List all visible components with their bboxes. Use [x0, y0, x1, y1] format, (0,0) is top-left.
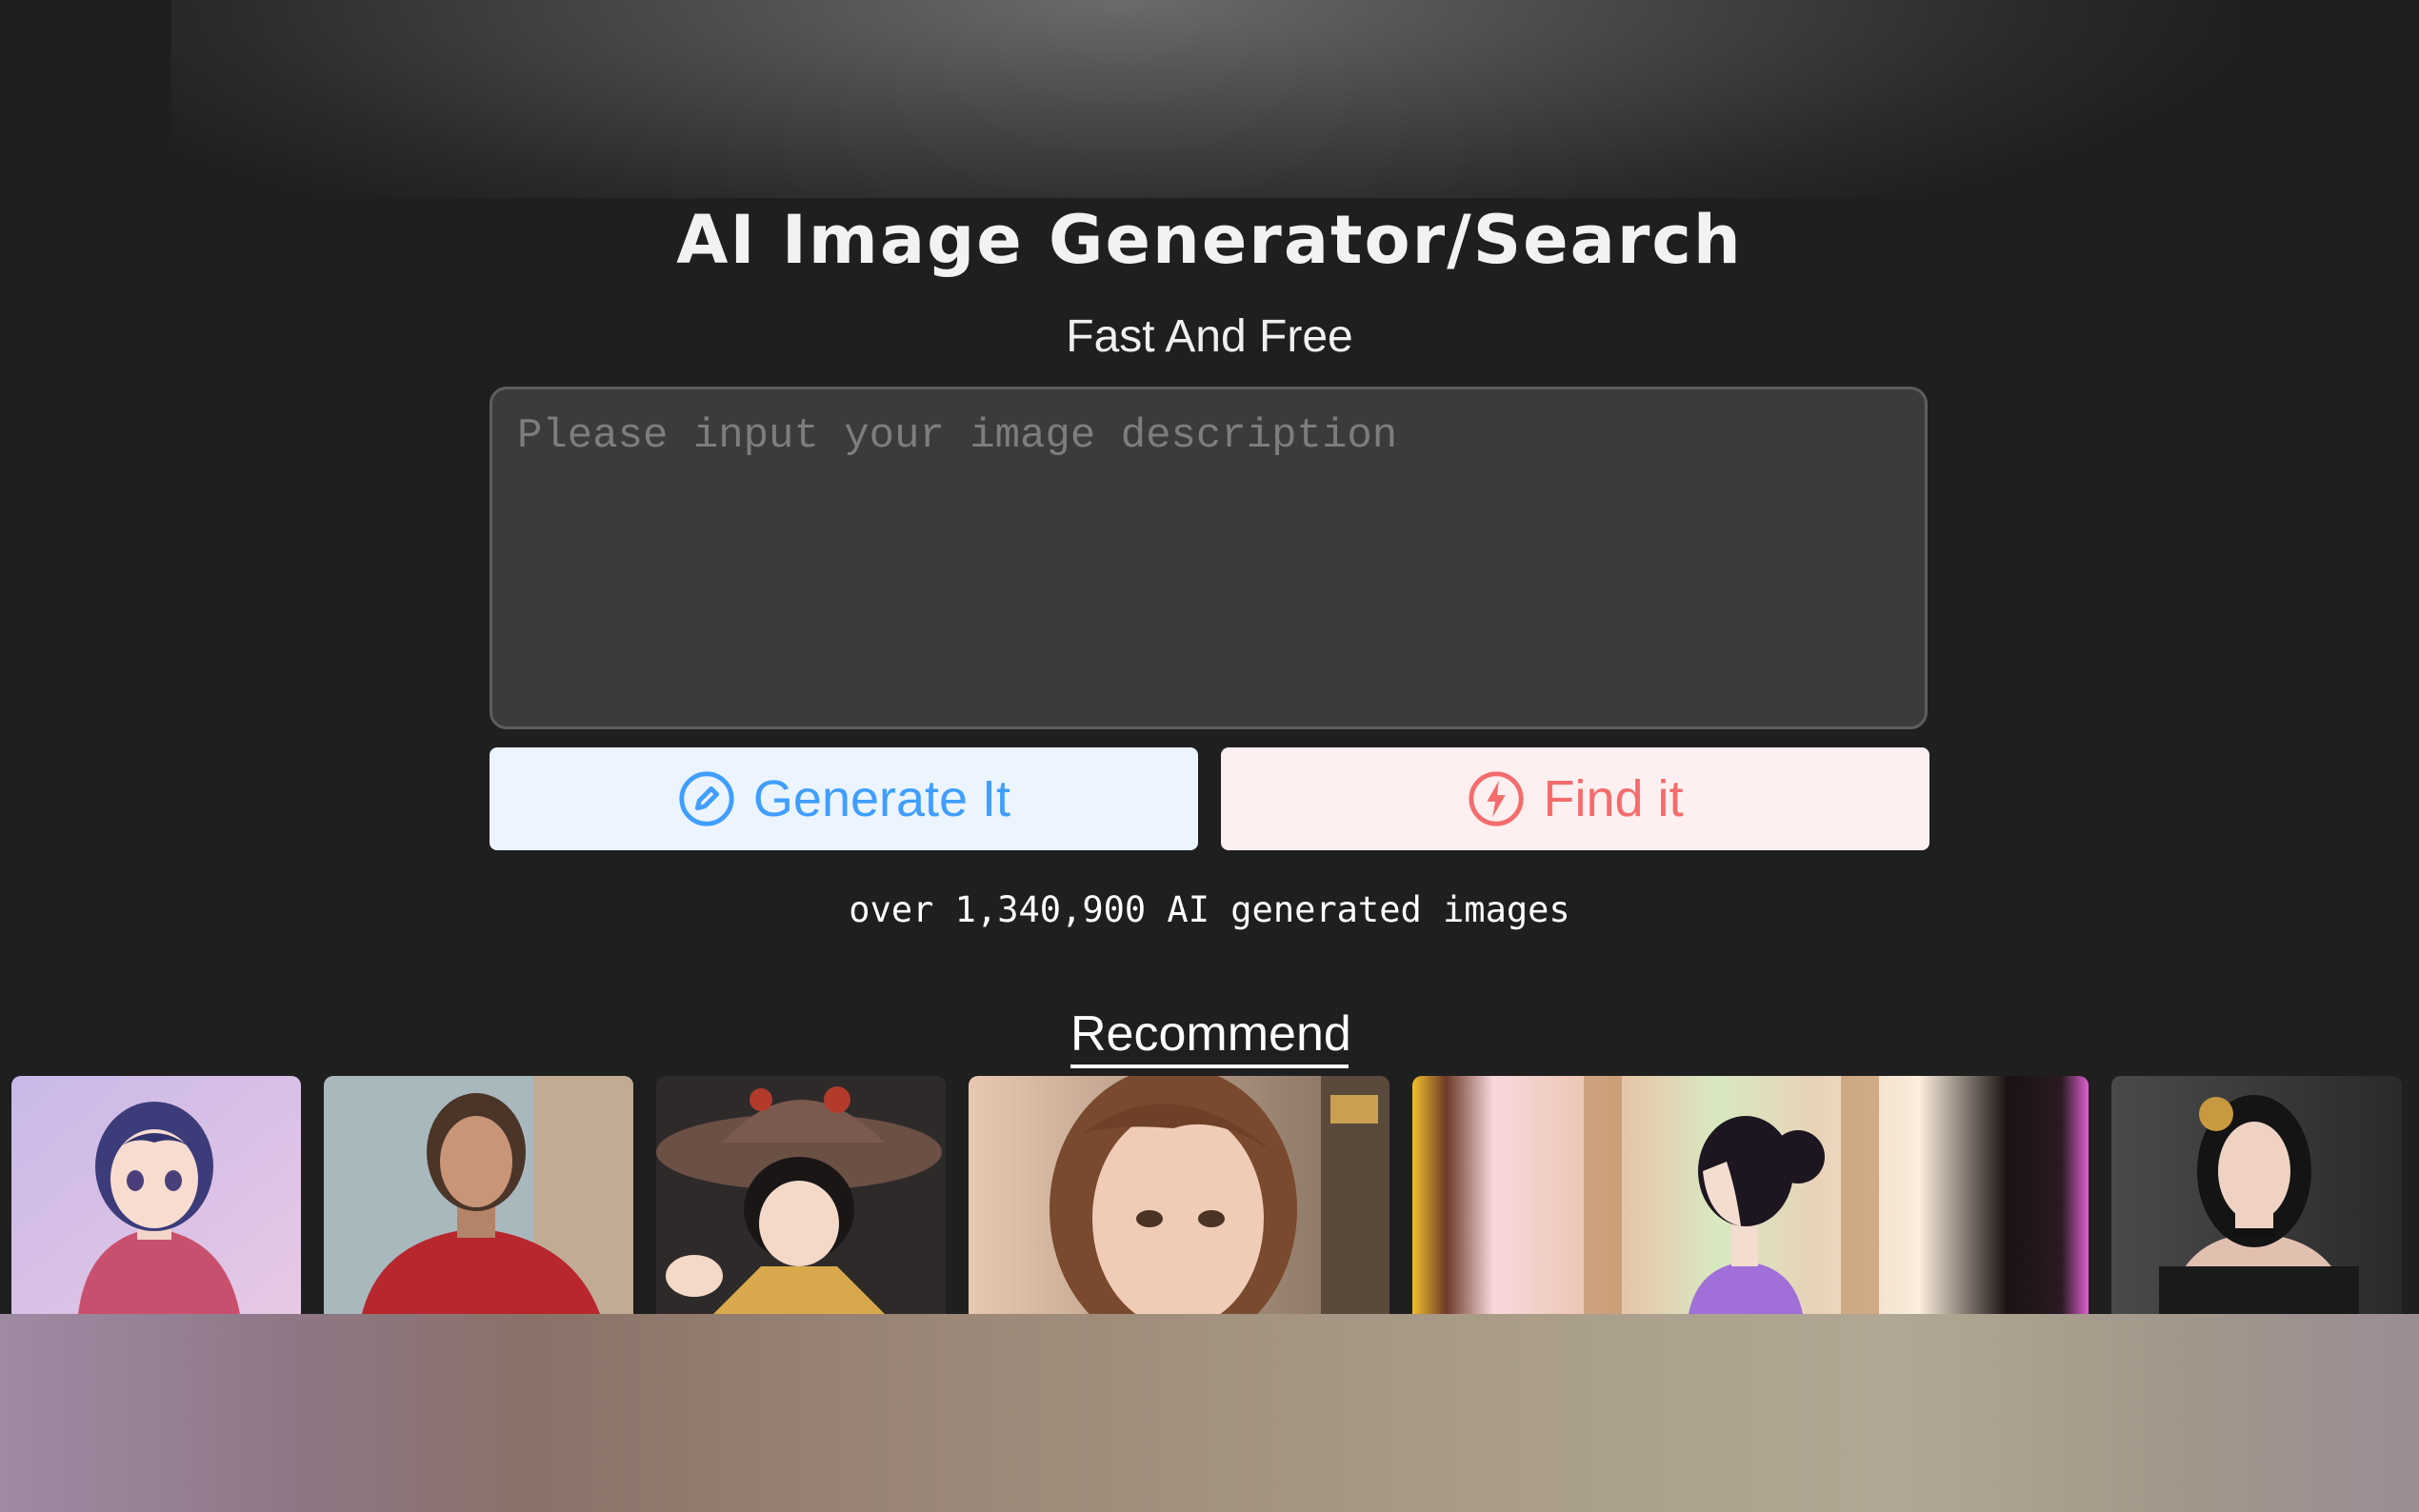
generate-button[interactable]: Generate It: [490, 747, 1198, 850]
recommend-gallery: [0, 1076, 2419, 1314]
page-title: AI Image Generator/Search: [676, 201, 1743, 279]
gallery-thumb-woman-red-armor[interactable]: [324, 1076, 633, 1314]
header-background: [171, 0, 2238, 198]
find-button[interactable]: Find it: [1221, 747, 1929, 850]
gallery-thumb-anime-witch-hat[interactable]: [656, 1076, 946, 1314]
gallery-thumb-woman-black-dress-gold-hairpin[interactable]: [2111, 1076, 2402, 1314]
gallery-thumb-anime-girl-pink-jacket[interactable]: [11, 1076, 301, 1314]
generate-button-label: Generate It: [752, 770, 1011, 827]
bottom-blur-overlay: [0, 1314, 2419, 1512]
lightning-circle-icon: [1467, 769, 1526, 828]
gallery-thumb-realistic-girl-portrait[interactable]: [969, 1076, 1389, 1314]
pencil-circle-icon: [677, 769, 736, 828]
recommend-heading[interactable]: Recommend: [1070, 1004, 1351, 1068]
find-button-label: Find it: [1543, 770, 1684, 827]
image-description-input[interactable]: [490, 387, 1928, 729]
page: AI Image Generator/Search Fast And Free …: [0, 0, 2419, 1512]
page-subtitle: Fast And Free: [1066, 311, 1353, 362]
gallery-thumb-anime-girl-kimono-profile[interactable]: [1412, 1076, 2089, 1314]
generated-count: over 1,340,900 AI generated images: [849, 889, 1570, 930]
